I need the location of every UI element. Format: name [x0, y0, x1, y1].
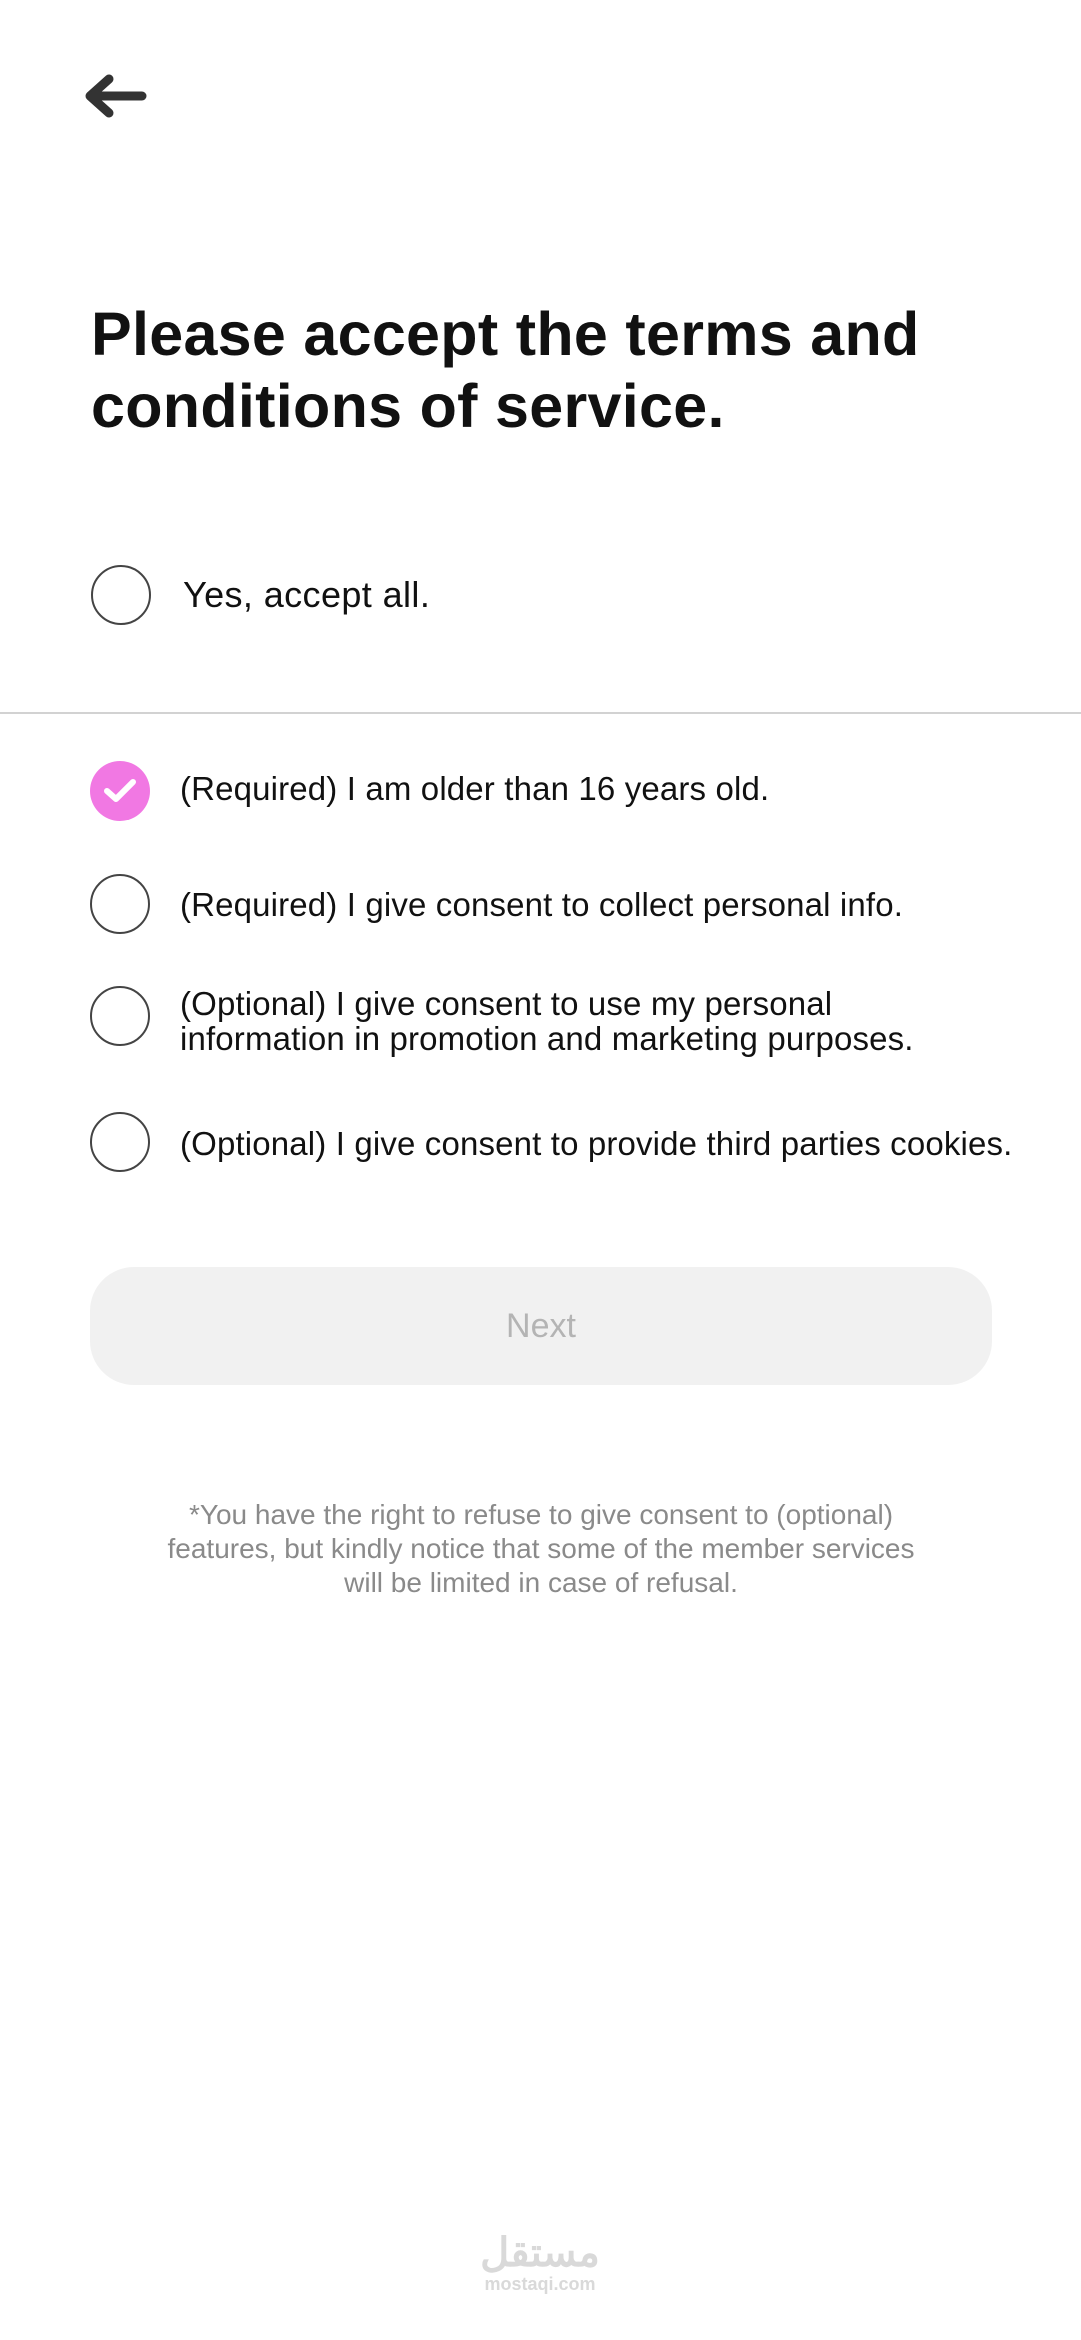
consent-cookies-checkbox[interactable]: [90, 1112, 150, 1172]
footnote-line2: features, but kindly notice that some of…: [167, 1533, 915, 1564]
accept-all-option[interactable]: Yes, accept all.: [91, 563, 430, 627]
watermark: مستقل mostaqi.com: [440, 2232, 640, 2294]
consent-marketing-option[interactable]: (Optional) I give consent to use my pers…: [90, 986, 914, 1056]
page-title: Please accept the terms and conditions o…: [91, 300, 920, 440]
consent-marketing-checkbox[interactable]: [90, 986, 150, 1046]
accept-all-radio[interactable]: [91, 565, 151, 625]
watermark-logo: مستقل: [480, 2231, 600, 2275]
consent-personal-info-label: (Required) I give consent to collect per…: [180, 886, 904, 923]
consent-age-checkbox[interactable]: [90, 761, 150, 821]
consent-cookies-label: (Optional) I give consent to provide thi…: [180, 1125, 1013, 1162]
checkmark-icon: [104, 779, 136, 802]
consent-marketing-label: (Optional) I give consent to use my pers…: [180, 986, 914, 1056]
consent-cookies-option[interactable]: (Optional) I give consent to provide thi…: [90, 1112, 1012, 1172]
footnote-line3: will be limited in case of refusal.: [344, 1567, 738, 1598]
footnote-line1: *You have the right to refuse to give co…: [188, 1499, 894, 1530]
next-button[interactable]: Next: [90, 1267, 992, 1385]
consent-age-option[interactable]: (Required) I am older than 16 years old.: [90, 761, 769, 821]
consent-marketing-label-line1: (Optional) I give consent to use my pers…: [180, 985, 833, 1022]
accept-all-label: Yes, accept all.: [183, 574, 431, 615]
arrow-left-icon: [85, 74, 147, 118]
watermark-url: mostaqi.com: [484, 2274, 596, 2294]
consent-marketing-label-line2: information in promotion and marketing p…: [180, 1020, 914, 1057]
consent-personal-info-checkbox[interactable]: [90, 874, 150, 934]
consent-age-label: (Required) I am older than 16 years old.: [180, 770, 770, 807]
consent-footnote: *You have the right to refuse to give co…: [90, 1498, 992, 1600]
consent-personal-info-option[interactable]: (Required) I give consent to collect per…: [90, 874, 903, 934]
back-button[interactable]: [80, 60, 160, 132]
divider: [0, 712, 1081, 714]
